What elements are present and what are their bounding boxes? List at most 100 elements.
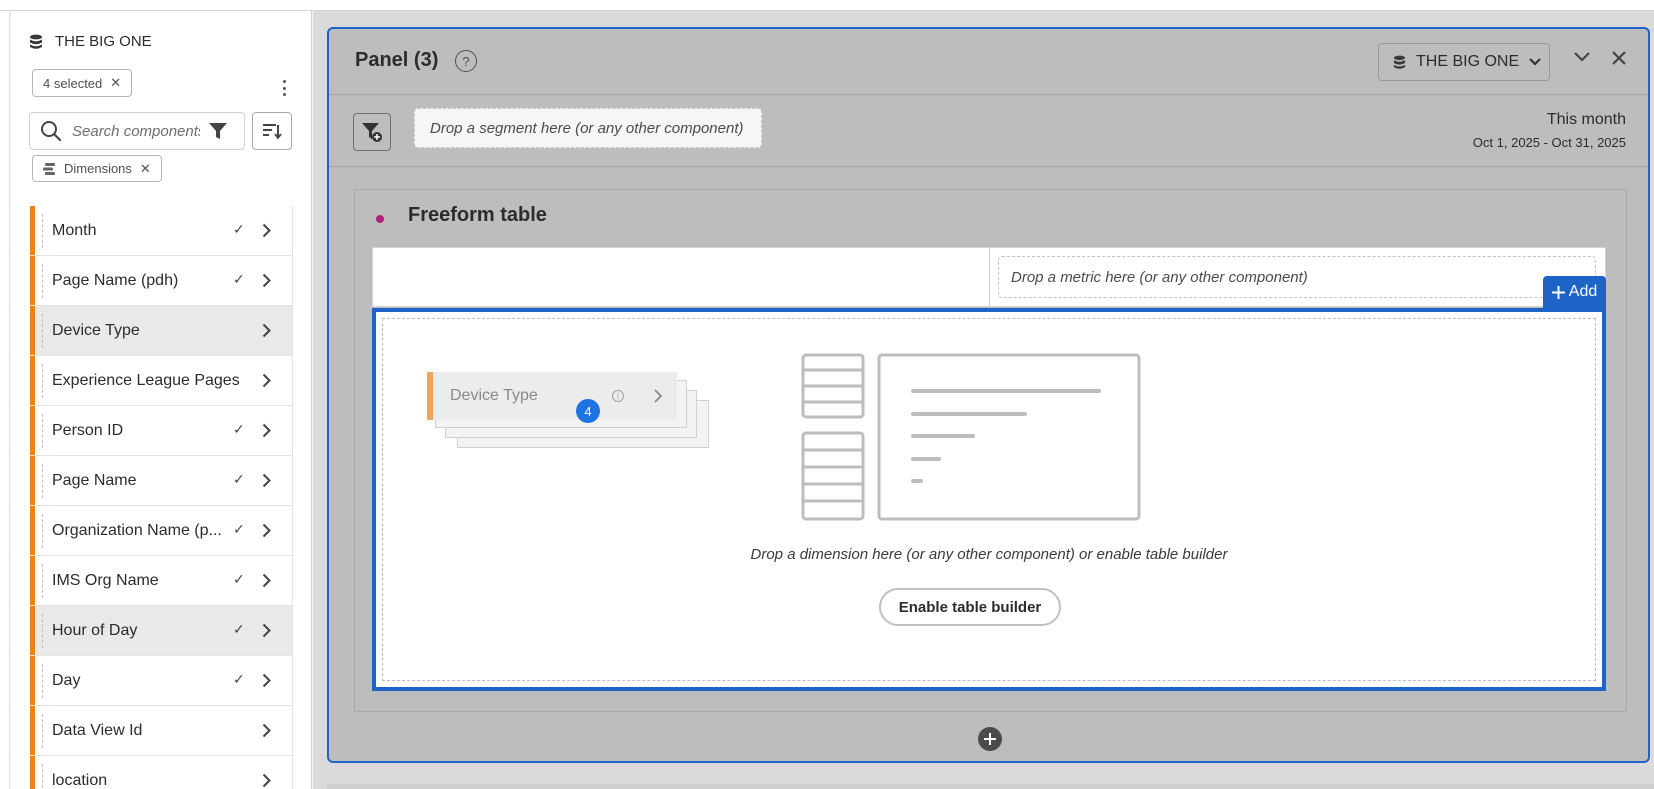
list-item-label: IMS Org Name: [52, 571, 159, 589]
check-icon: ✓: [233, 221, 245, 237]
table-header: Drop a metric here (or any other compone…: [372, 247, 1606, 308]
chevron-right-icon[interactable]: [262, 473, 271, 488]
check-icon: ✓: [233, 271, 245, 287]
check-icon: ✓: [233, 521, 245, 537]
list-item-label: Device Type: [52, 321, 140, 339]
help-icon[interactable]: ?: [455, 50, 477, 72]
chevron-right-icon[interactable]: [262, 523, 271, 538]
components-list: Month ✓ Page Name (pdh) ✓ Device Type Experie…: [30, 206, 293, 789]
chevron-right-icon[interactable]: [262, 273, 271, 288]
selected-chip[interactable]: 4 selected ✕: [32, 69, 133, 97]
chevron-right-icon[interactable]: [262, 223, 271, 238]
top-strip: [0, 0, 1654, 11]
drag-count-badge: 4: [576, 399, 600, 423]
list-item[interactable]: Day ✓: [30, 656, 293, 706]
check-icon: ✓: [233, 421, 245, 437]
left-edge: [0, 11, 10, 789]
collapse-chevron-icon[interactable]: [1573, 51, 1591, 63]
search-icon: [41, 121, 62, 142]
sort-icon: [263, 124, 282, 140]
list-item[interactable]: Month ✓: [30, 206, 293, 256]
add-button-label: Add: [1568, 283, 1598, 300]
dimensions-filter-chip[interactable]: Dimensions ✕: [32, 155, 162, 182]
segment-row: Drop a segment here (or any other compon…: [329, 95, 1648, 167]
database-icon: [30, 34, 42, 49]
components-rail: THE BIG ONE 4 selected ✕ Search componen…: [11, 11, 312, 789]
list-item[interactable]: Person ID ✓: [30, 406, 293, 456]
search-placeholder: Search components: [72, 122, 200, 140]
chevron-right-icon[interactable]: [262, 773, 271, 788]
chevron-right-icon[interactable]: [262, 623, 271, 638]
dragged-dimension: Device Type: [427, 372, 677, 420]
list-item[interactable]: Experience League Pages: [30, 356, 293, 406]
chevron-right-icon[interactable]: [262, 423, 271, 438]
list-item[interactable]: location: [30, 756, 293, 789]
drop-zone-outline: Device Type i 4 Drop a dimension here (o…: [382, 318, 1596, 681]
search-input[interactable]: Search components: [29, 112, 245, 150]
close-icon[interactable]: ✕: [140, 161, 151, 177]
list-item[interactable]: Page Name ✓: [30, 456, 293, 506]
list-item-label: Data View Id: [52, 721, 143, 739]
panel-title[interactable]: Panel (3): [355, 49, 438, 72]
check-icon: ✓: [233, 471, 245, 487]
next-panel-edge: [327, 784, 1654, 789]
check-icon: ✓: [233, 621, 245, 637]
dragged-dimension-label: Device Type: [450, 387, 538, 404]
close-panel-icon[interactable]: [1611, 50, 1627, 66]
list-item[interactable]: Hour of Day ✓: [30, 606, 293, 656]
column-divider: [989, 248, 990, 308]
dimension-drop-hint: Drop a dimension here (or any other comp…: [750, 546, 1228, 563]
add-segment-button[interactable]: [353, 113, 391, 151]
add-panel-button[interactable]: [978, 727, 1002, 751]
info-icon: i: [612, 390, 624, 402]
viz-title[interactable]: Freeform table: [408, 204, 547, 227]
database-icon: [1393, 55, 1406, 69]
dimension-drop-zone[interactable]: Device Type i 4 Drop a dimension here (o…: [372, 308, 1606, 691]
check-icon: ✓: [233, 671, 245, 687]
chevron-right-icon[interactable]: [262, 673, 271, 688]
date-range[interactable]: Oct 1, 2025 - Oct 31, 2025: [1473, 135, 1626, 150]
list-item-label: Page Name: [52, 471, 137, 489]
chevron-right-icon: [654, 389, 662, 403]
list-item[interactable]: Page Name (pdh) ✓: [30, 256, 293, 306]
plus-icon: [984, 733, 996, 745]
list-item-label: location: [52, 771, 108, 789]
table-illustration: [801, 353, 1141, 521]
sort-button[interactable]: [252, 112, 292, 150]
list-item[interactable]: IMS Org Name ✓: [30, 556, 293, 606]
list-item-label: Experience League Pages: [52, 371, 240, 389]
list-item-label: Page Name (pdh): [52, 271, 179, 289]
segment-drop-zone[interactable]: Drop a segment here (or any other compon…: [414, 108, 762, 148]
datasource-picker[interactable]: THE BIG ONE: [1378, 43, 1550, 81]
list-item-label: Organization Name (p...: [52, 521, 222, 539]
filter-icon[interactable]: [208, 121, 228, 141]
segment-filter-icon: [362, 123, 382, 142]
add-button[interactable]: Add: [1543, 276, 1606, 308]
chevron-right-icon[interactable]: [262, 573, 271, 588]
list-item[interactable]: Organization Name (p... ✓: [30, 506, 293, 556]
list-item[interactable]: Data View Id: [30, 706, 293, 756]
plus-icon: [1551, 285, 1565, 299]
list-item-label: Hour of Day: [52, 621, 138, 639]
chevron-down-icon: [1529, 58, 1541, 66]
dimensions-chip-label: Dimensions: [64, 161, 132, 176]
panel-header: Panel (3) ? THE BIG ONE: [329, 29, 1648, 95]
chevron-right-icon[interactable]: [262, 723, 271, 738]
selected-chip-label: 4 selected: [43, 75, 103, 91]
list-item-label: Person ID: [52, 421, 124, 439]
date-preset[interactable]: This month: [1547, 111, 1626, 129]
more-options-icon[interactable]: [277, 77, 291, 99]
dimension-icon: [43, 162, 55, 175]
datasource-picker-label: THE BIG ONE: [1416, 53, 1520, 70]
close-icon[interactable]: ✕: [110, 75, 121, 91]
enable-table-builder-button[interactable]: Enable table builder: [879, 588, 1061, 626]
viz-status-dot: [376, 215, 384, 223]
list-item-label: Month: [52, 221, 97, 239]
datasource-name: THE BIG ONE: [55, 33, 152, 50]
chevron-right-icon[interactable]: [262, 323, 271, 338]
list-item[interactable]: Device Type: [30, 306, 293, 356]
metric-drop-zone[interactable]: Drop a metric here (or any other compone…: [998, 256, 1596, 298]
chevron-right-icon[interactable]: [262, 373, 271, 388]
datasource-row[interactable]: THE BIG ONE: [29, 33, 152, 50]
check-icon: ✓: [233, 571, 245, 587]
